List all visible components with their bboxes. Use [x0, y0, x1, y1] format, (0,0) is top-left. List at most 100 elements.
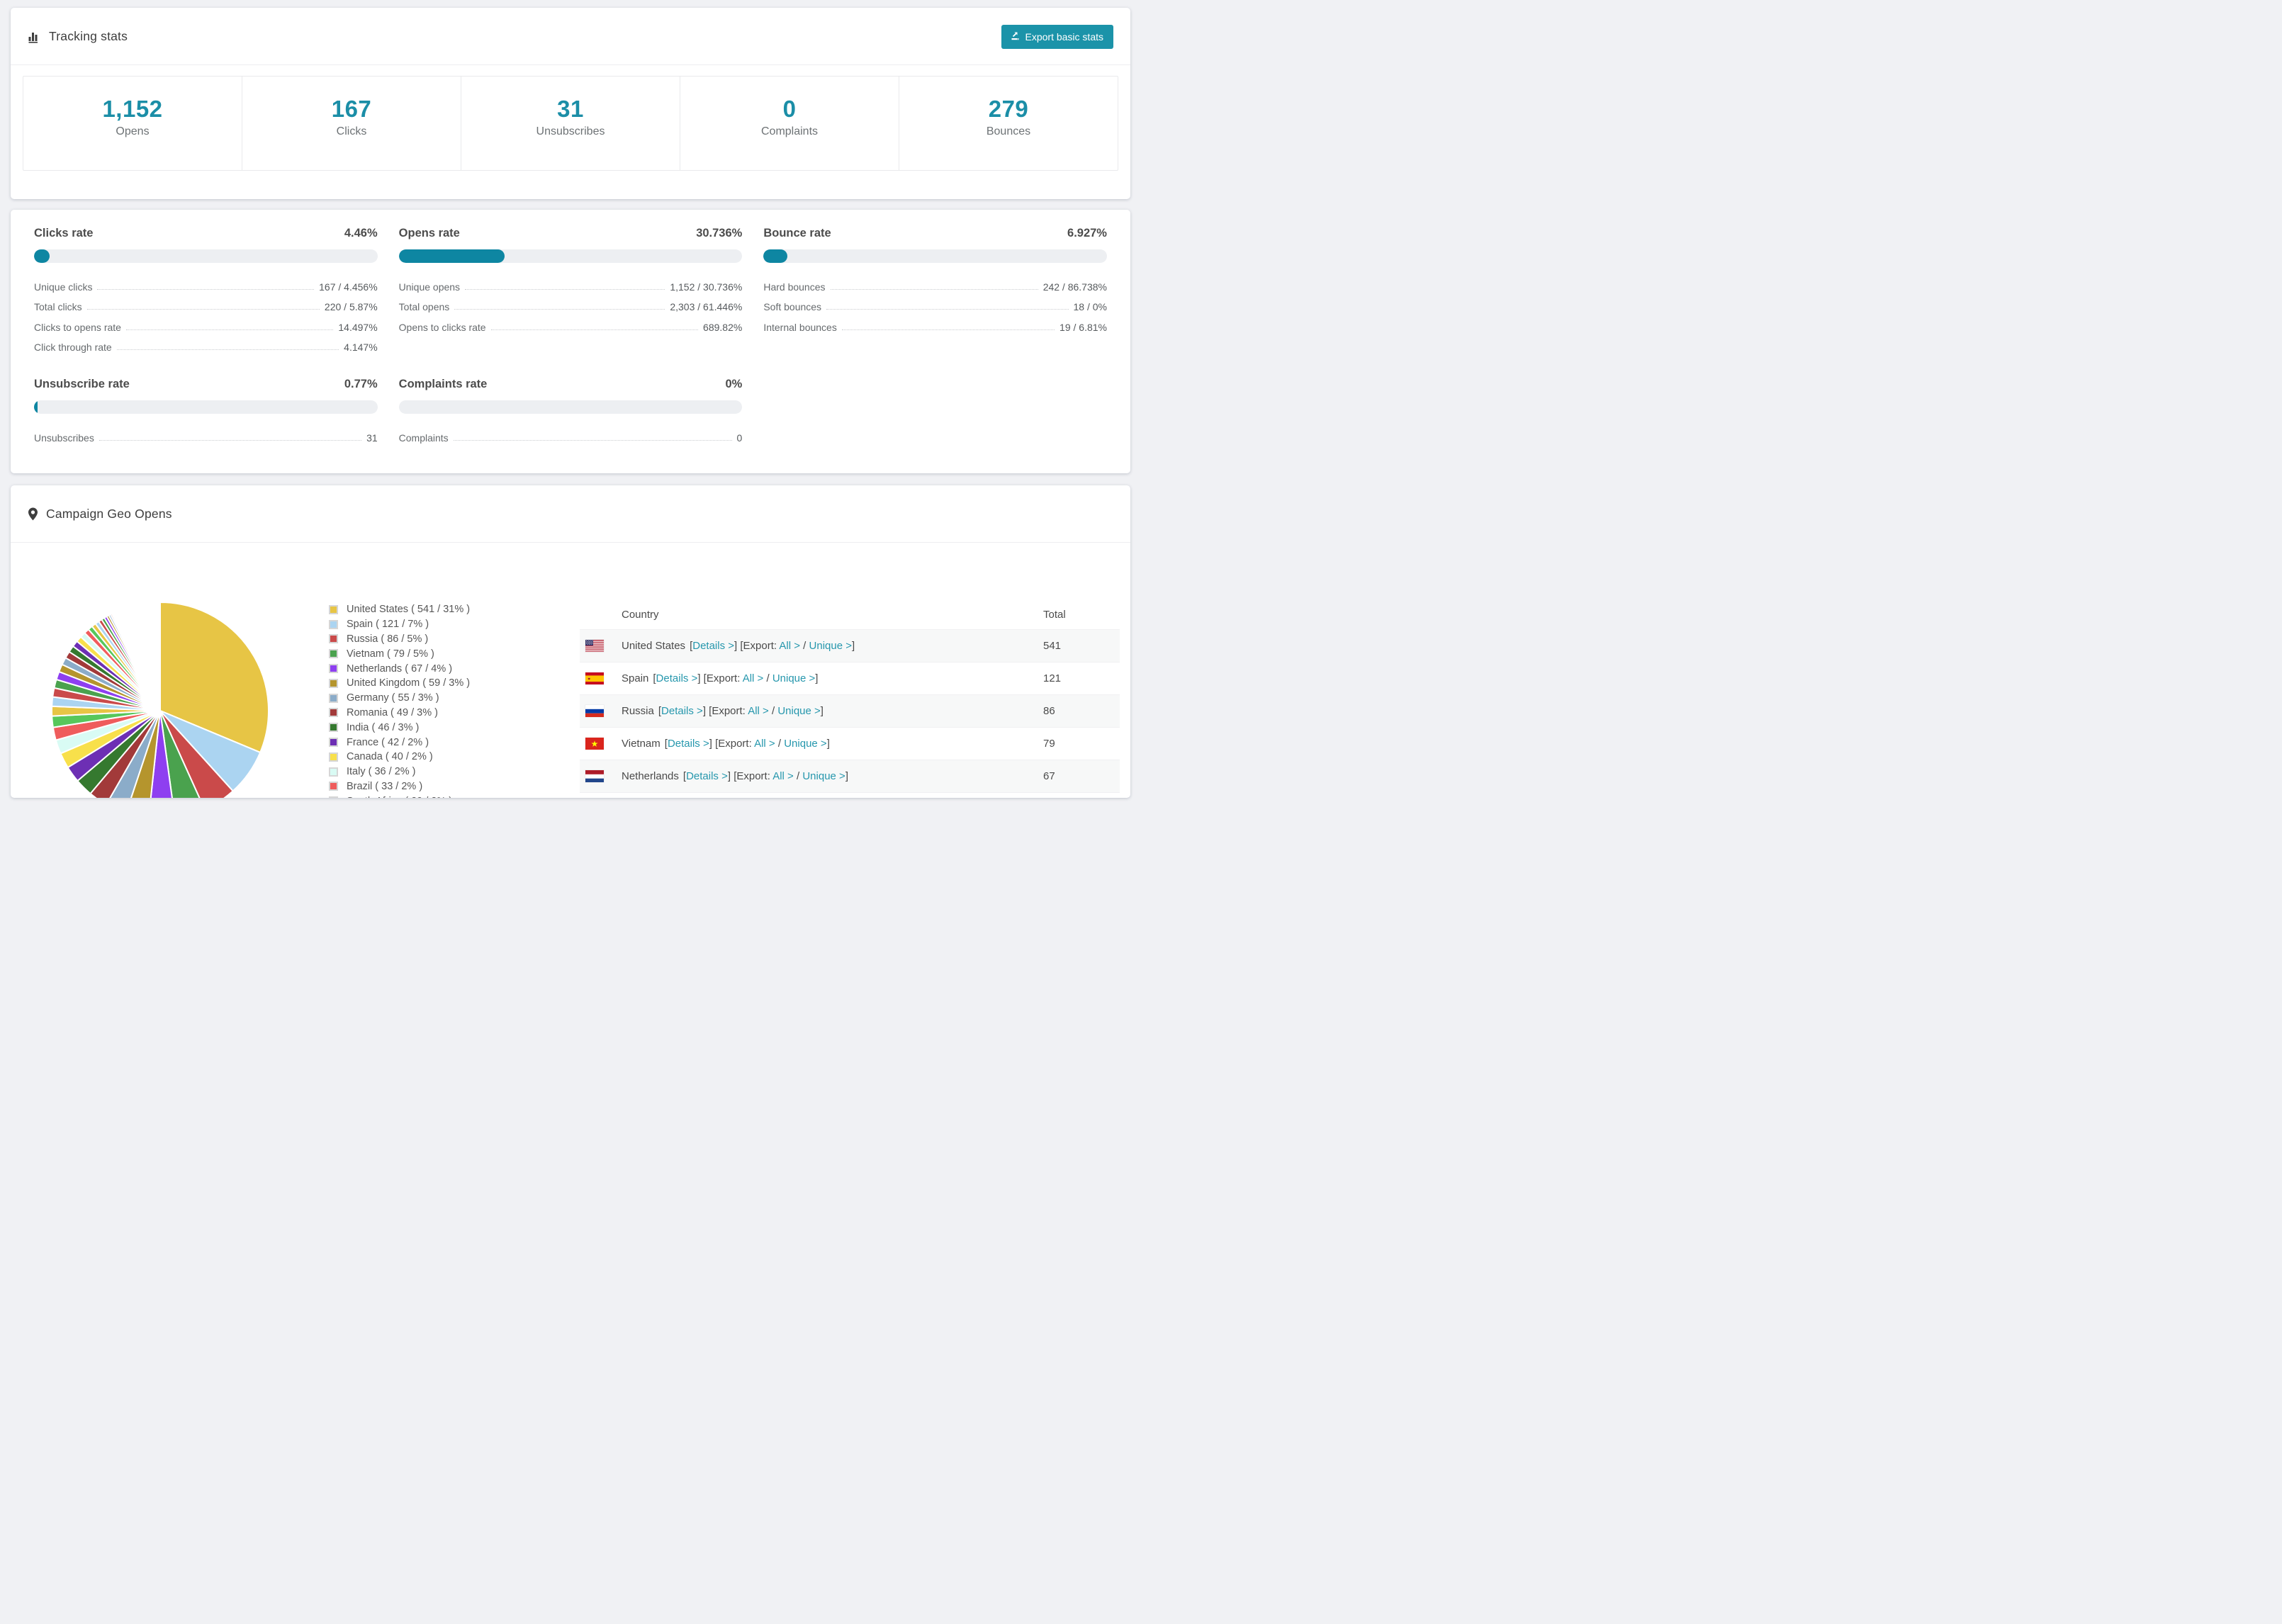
legend-swatch [329, 782, 338, 791]
row-total: 79 [1043, 738, 1055, 750]
stat-complaints-label: Complaints [760, 125, 819, 137]
bounce-rate-bar [763, 249, 1107, 263]
vietnam-flag-icon [585, 737, 604, 750]
export-all-link[interactable]: All > [748, 705, 769, 717]
clicks-rate-value: 4.46% [344, 227, 378, 239]
details-link[interactable]: Details > [668, 738, 709, 750]
row-links: [Details >] [Export: All > / Unique >] [664, 738, 830, 750]
export-unique-link[interactable]: Unique > [802, 770, 845, 782]
details-link[interactable]: Details > [661, 705, 703, 717]
campaign-geo-opens-panel: Campaign Geo Opens United States ( 541 /… [11, 485, 1130, 798]
legend-swatch [329, 678, 338, 688]
legend-swatch [329, 796, 338, 798]
detail-row: Unique opens 1,152 / 30.736% [398, 281, 743, 293]
legend-label: France ( 42 / 2% ) [347, 736, 429, 748]
spain-flag-icon [585, 672, 604, 685]
stat-opens-value: 1,152 [102, 96, 163, 122]
export-button-label: Export basic stats [1025, 31, 1104, 43]
details-link[interactable]: Details > [686, 770, 728, 782]
row-links: [Details >] [Export: All > / Unique >] [653, 672, 819, 684]
export-icon [1010, 30, 1021, 43]
stat-complaints: 0 Complaints [680, 77, 899, 170]
export-all-link[interactable]: All > [779, 640, 800, 652]
export-basic-stats-button[interactable]: Export basic stats [1001, 25, 1113, 49]
detail-row: Total clicks 220 / 5.87% [34, 301, 378, 312]
stat-opens: 1,152 Opens [23, 77, 242, 170]
geo-body: United States ( 541 / 31% ) Spain ( 121 /… [11, 543, 1130, 798]
table-row-netherlands: Netherlands [Details >] [Export: All > /… [580, 760, 1120, 792]
legend-item-canada: Canada ( 40 / 2% ) [329, 750, 470, 765]
export-unique-link[interactable]: Unique > [777, 705, 820, 717]
detail-row: Unsubscribes 31 [34, 432, 378, 444]
detail-row: Opens to clicks rate 689.82% [398, 321, 743, 333]
legend-swatch [329, 693, 338, 703]
legend-swatch [329, 649, 338, 659]
bounce-rate-value: 6.927% [1067, 227, 1107, 239]
table-row-spain: Spain [Details >] [Export: All > / Uniqu… [580, 662, 1120, 694]
legend-item-south-africa: South Africa ( 29 / 2% ) [329, 794, 470, 798]
stats-row: 1,152 Opens 167 Clicks 31 Unsubscribes 0… [23, 76, 1118, 171]
detail-row: Internal bounces 19 / 6.81% [763, 321, 1107, 333]
export-all-link[interactable]: All > [754, 738, 775, 750]
export-all-link[interactable]: All > [743, 672, 764, 684]
export-all-link[interactable]: All > [772, 770, 794, 782]
rates-panel: Clicks rate 4.46% Unique clicks 167 / 4.4… [11, 210, 1130, 473]
stat-bounces-value: 279 [988, 96, 1029, 122]
country-name: Netherlands [622, 770, 679, 782]
details-link[interactable]: Details > [656, 672, 698, 684]
legend-label: South Africa ( 29 / 2% ) [347, 796, 452, 798]
export-unique-link[interactable]: Unique > [772, 672, 815, 684]
tracking-stats-title: Tracking stats [28, 29, 128, 44]
pie-slice-other[interactable] [159, 601, 161, 711]
stat-clicks-label: Clicks [336, 125, 367, 137]
row-links: [Details >] [Export: All > / Unique >] [658, 705, 824, 717]
row-total: 67 [1043, 770, 1055, 782]
bounce-rate-title: Bounce rate [763, 227, 831, 239]
stat-clicks: 167 Clicks [242, 77, 461, 170]
export-unique-link[interactable]: Unique > [809, 640, 852, 652]
legend-swatch [329, 664, 338, 674]
unsubscribe-rate-title: Unsubscribe rate [34, 378, 130, 390]
legend-item-india: India ( 46 / 3% ) [329, 720, 470, 735]
legend-swatch [329, 634, 338, 644]
stat-opens-label: Opens [116, 125, 150, 137]
stat-unsubscribes-value: 31 [557, 96, 584, 122]
russia-flag-icon [585, 704, 604, 718]
tracking-stats-panel: Tracking stats Export basic stats 1,152 [11, 8, 1130, 199]
legend-swatch [329, 752, 338, 762]
legend-label: Vietnam ( 79 / 5% ) [347, 648, 434, 660]
geo-pie-chart [46, 597, 274, 798]
legend-item-united-states: United States ( 541 / 31% ) [329, 602, 470, 617]
complaints-rate-title: Complaints rate [398, 378, 488, 390]
opens-rate-bar [398, 249, 743, 263]
legend-label: Italy ( 36 / 2% ) [347, 766, 416, 778]
bar-chart-icon [28, 30, 41, 43]
stat-unsubscribes-label: Unsubscribes [536, 125, 605, 137]
legend-swatch [329, 767, 338, 777]
geo-header: Campaign Geo Opens [11, 485, 1130, 543]
legend-label: India ( 46 / 3% ) [347, 721, 420, 733]
opens-rate-title: Opens rate [398, 227, 460, 239]
table-row-vietnam: Vietnam [Details >] [Export: All > / Uni… [580, 727, 1120, 760]
legend-item-italy: Italy ( 36 / 2% ) [329, 765, 470, 779]
clicks-rate-bar [34, 249, 378, 263]
unsubscribe-rate-value: 0.77% [344, 378, 378, 390]
legend-item-united-kingdom: United Kingdom ( 59 / 3% ) [329, 676, 470, 691]
legend-label: Germany ( 55 / 3% ) [347, 692, 439, 704]
export-unique-link[interactable]: Unique > [784, 738, 826, 750]
legend-item-netherlands: Netherlands ( 67 / 4% ) [329, 661, 470, 676]
dashboard-page: Tracking stats Export basic stats 1,152 [0, 0, 1141, 812]
legend-label: Spain ( 121 / 7% ) [347, 619, 429, 631]
detail-row: Hard bounces 242 / 86.738% [763, 281, 1107, 293]
row-links: [Details >] [Export: All > / Unique >] [682, 770, 848, 782]
legend-swatch [329, 708, 338, 718]
country-name: Russia [622, 705, 654, 717]
opens-rate-value: 30.736% [696, 227, 743, 239]
geo-title: Campaign Geo Opens [28, 507, 172, 521]
details-link[interactable]: Details > [692, 640, 734, 652]
unsubscribe-rate-section: Unsubscribe rate 0.77% Unsubscribes 31 [34, 378, 378, 446]
geo-table-header: Country Total [580, 599, 1120, 629]
stat-bounces-label: Bounces [986, 125, 1031, 137]
legend-label: Romania ( 49 / 3% ) [347, 706, 438, 718]
geo-legend: United States ( 541 / 31% ) Spain ( 121 /… [329, 602, 470, 798]
